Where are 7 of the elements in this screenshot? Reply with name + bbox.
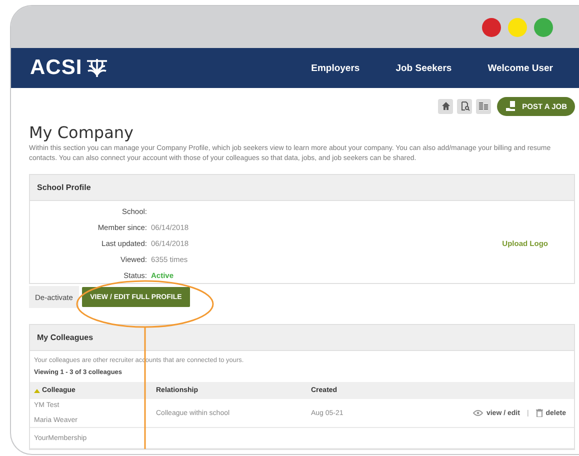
logo-text[interactable]: ACSI xyxy=(30,56,82,80)
nav-link[interactable]: Welcome User xyxy=(488,62,553,74)
page-title: My Company xyxy=(29,123,134,142)
panel-header: My Colleagues xyxy=(30,325,574,351)
panel-header: School Profile xyxy=(30,175,574,201)
nav-link[interactable]: Job Seekers xyxy=(396,62,452,74)
nav-link[interactable]: Employers xyxy=(311,62,360,74)
